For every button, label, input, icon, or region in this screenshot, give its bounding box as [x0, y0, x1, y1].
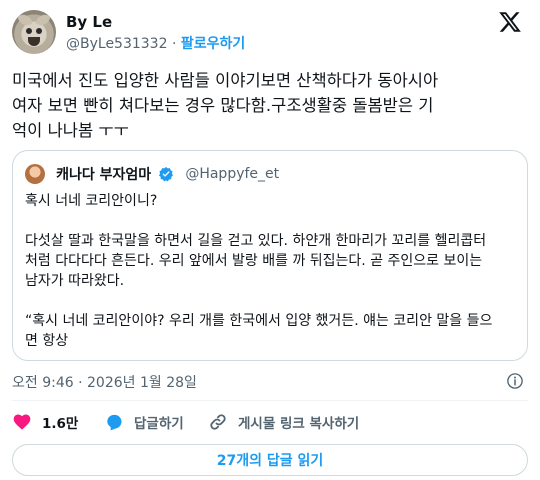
reply-label: 답글하기	[134, 416, 184, 432]
tweet-header: By Le @ByLe531332 · 팔로우하기	[12, 10, 528, 58]
like-button[interactable]: 1.6만	[12, 408, 78, 436]
quoted-author-handle: @Happyfe_et	[185, 165, 280, 182]
tweet-text-line: 미국에서 진도 입양한 사람들 이야기보면 산책하다가 동아시아	[12, 71, 439, 90]
quote-line: “혹시 너네 코리안이야? 우리 개를 한국에서 입양 했거든. 얘는 코리안 …	[25, 313, 493, 329]
quote-line: 다섯살 딸과 한국말을 하면서 길을 걷고 있다. 하얀개 한마리가 꼬리를 헬…	[25, 233, 487, 249]
verified-badge-icon	[159, 166, 174, 181]
reply-bubble-icon	[107, 414, 122, 431]
x-logo-icon[interactable]	[498, 10, 522, 34]
author-avatar[interactable]	[12, 10, 56, 54]
link-icon	[210, 414, 226, 430]
quoted-tweet-card[interactable]: 캐나다 부자엄마 @Happyfe_et 혹시 너네 코리안이니? 다섯살 딸과…	[12, 150, 528, 361]
author-handle-row: @ByLe531332 · 팔로우하기	[66, 34, 245, 54]
tweet-text-line: 억이 나나봄 ㅜㅜ	[12, 121, 129, 140]
tweet-timestamp[interactable]: 오전 9:46 · 2026년 1월 28일	[12, 372, 197, 392]
quote-line: 면 항상	[25, 333, 69, 349]
heart-icon	[13, 414, 31, 430]
quoted-tweet-text: 혹시 너네 코리안이니? 다섯살 딸과 한국말을 하면서 길을 걷고 있다. 하…	[25, 191, 515, 351]
quote-line: 혹시 너네 코리안이니?	[25, 193, 158, 209]
author-display-name[interactable]: By Le	[66, 12, 245, 32]
quoted-tweet-header: 캐나다 부자엄마 @Happyfe_et	[25, 163, 280, 184]
author-info: By Le @ByLe531332 · 팔로우하기	[66, 12, 245, 54]
reply-button[interactable]: 답글하기	[104, 408, 184, 436]
tweet-actions: 1.6만 답글하기 게시물 링크 복사하기	[12, 408, 528, 436]
divider	[12, 400, 528, 401]
read-replies-button[interactable]: 27개의 답글 읽기	[12, 444, 528, 476]
like-count: 1.6만	[42, 416, 79, 432]
info-icon[interactable]	[506, 372, 524, 390]
follow-button[interactable]: 팔로우하기	[181, 36, 245, 52]
tweet-text-line: 여자 보면 빤히 쳐다보는 경우 많다함.구조생활중 돌봄받은 기	[12, 96, 434, 115]
author-handle[interactable]: @ByLe531332	[66, 36, 168, 52]
copy-link-label: 게시물 링크 복사하기	[238, 416, 360, 432]
tweet-text: 미국에서 진도 입양한 사람들 이야기보면 산책하다가 동아시아 여자 보면 빤…	[12, 68, 528, 143]
copy-link-button[interactable]: 게시물 링크 복사하기	[208, 408, 359, 436]
quoted-author-name: 캐나다 부자엄마	[56, 166, 152, 183]
handle-separator: ·	[171, 36, 177, 52]
quoted-author-avatar	[25, 163, 45, 184]
quote-line: 처럼 다다다다 흔든다. 우리 앞에서 발랑 배를 까 뒤집는다. 곧 주인으로…	[25, 253, 483, 269]
quote-line: 남자가 따라왔다.	[25, 273, 125, 289]
